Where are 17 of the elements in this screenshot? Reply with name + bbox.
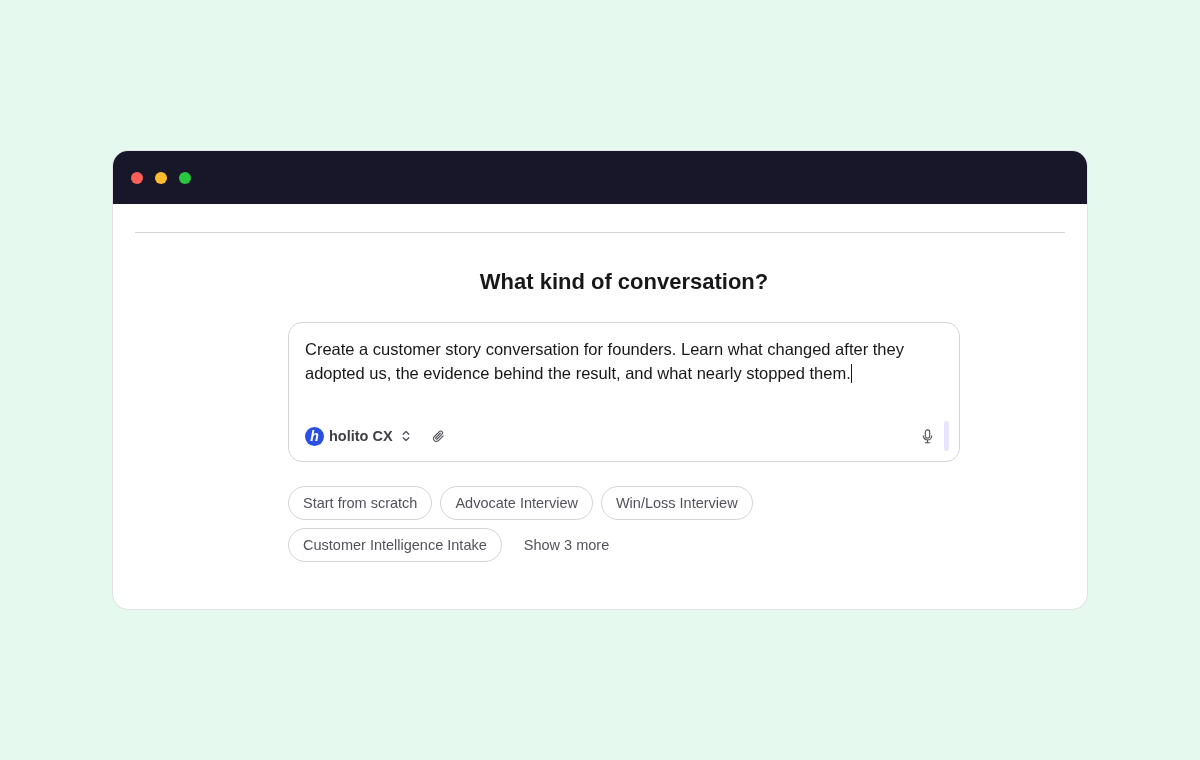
workspace-selector[interactable]: h holito CX	[305, 422, 410, 450]
template-chip[interactable]: Start from scratch	[288, 486, 433, 520]
page-heading: What kind of conversation?	[478, 268, 770, 296]
template-chip[interactable]: Advocate Interview	[440, 486, 593, 520]
template-chip[interactable]: Customer Intelligence Intake	[288, 528, 502, 562]
window-control-button[interactable]	[179, 171, 191, 184]
template-chip[interactable]: Win/Loss Interview	[600, 486, 753, 520]
workspace-name: holito CX	[329, 428, 393, 444]
window-control-button[interactable]	[131, 171, 143, 184]
chevron-up-down-icon	[401, 430, 410, 442]
prompt-input[interactable]: Create a customer story conversation for founders. Learn what changed after they adopted us, the evidence behind the result, and what nearly stopped them.	[305, 337, 949, 405]
microphone-icon	[921, 428, 933, 444]
workspace-logo: h	[305, 426, 324, 446]
paperclip-icon	[432, 429, 446, 443]
text-cursor	[850, 364, 852, 383]
show-more-link[interactable]: Show 3 more	[509, 528, 624, 562]
window-control-button[interactable]	[155, 171, 167, 184]
